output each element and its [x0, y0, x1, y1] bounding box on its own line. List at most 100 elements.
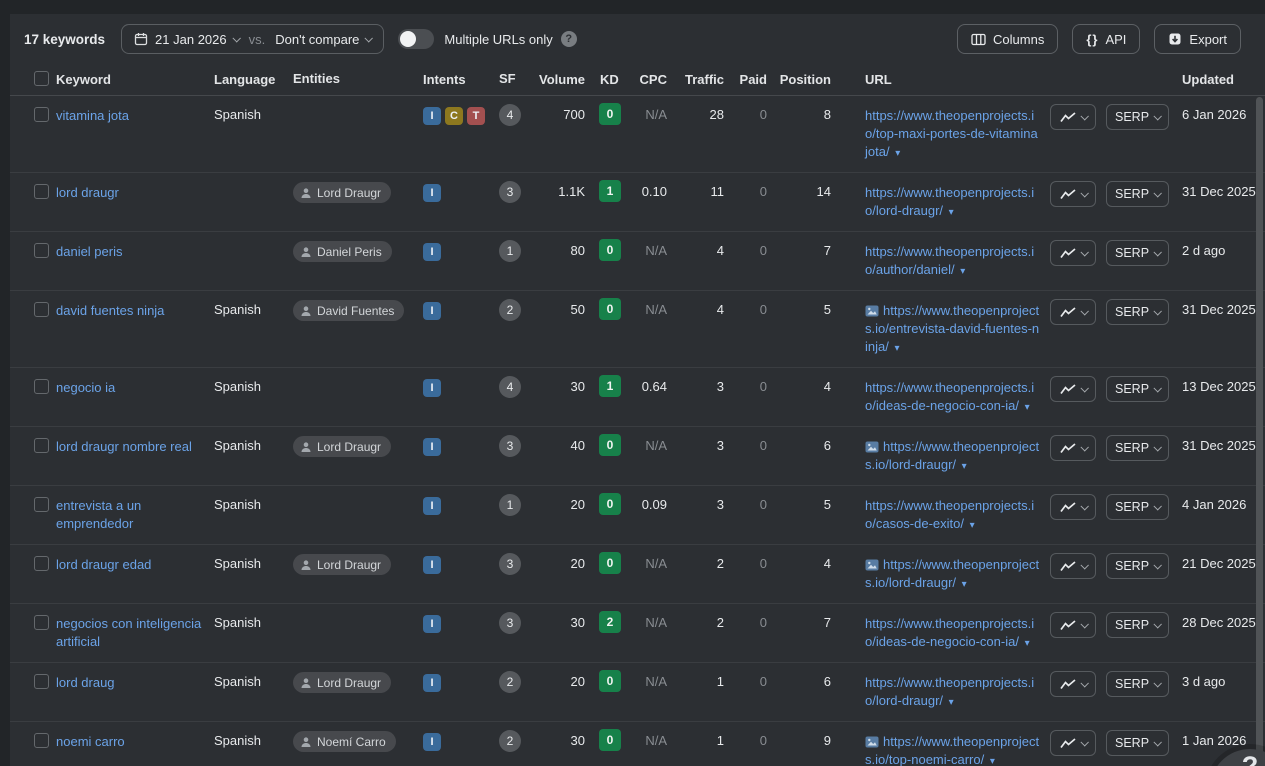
keyword-link[interactable]: david fuentes ninja — [56, 303, 164, 318]
url-link[interactable]: https://www.theopenprojects.io/ideas-de-… — [865, 616, 1034, 649]
entity-pill[interactable]: David Fuentes — [293, 300, 405, 321]
keyword-link[interactable]: entrevista a un emprendedor — [56, 498, 141, 531]
intent-badge-t[interactable]: T — [467, 107, 485, 125]
position-history-chart-button[interactable] — [1050, 240, 1096, 266]
position-history-chart-button[interactable] — [1050, 104, 1096, 130]
keyword-link[interactable]: noemi carro — [56, 734, 125, 749]
entity-pill[interactable]: Lord Draugr — [293, 436, 392, 457]
url-dropdown-caret[interactable]: ▾ — [949, 207, 954, 218]
keyword-link[interactable]: lord draug — [56, 675, 115, 690]
url-link[interactable]: https://www.theopenprojects.io/top-noemi… — [865, 734, 1039, 766]
url-link[interactable]: https://www.theopenprojects.io/lord-drau… — [865, 185, 1034, 218]
url-link[interactable]: https://www.theopenprojects.io/casos-de-… — [865, 498, 1034, 531]
header-paid[interactable]: Paid — [724, 72, 767, 87]
columns-button[interactable]: Columns — [957, 24, 1059, 54]
position-history-chart-button[interactable] — [1050, 181, 1096, 207]
intent-badge-i[interactable]: I — [423, 243, 441, 261]
row-checkbox[interactable] — [34, 107, 49, 122]
header-entities[interactable]: Entities — [293, 71, 423, 86]
row-checkbox[interactable] — [34, 438, 49, 453]
header-kd[interactable]: KD — [585, 72, 635, 87]
row-checkbox[interactable] — [34, 615, 49, 630]
row-checkbox[interactable] — [34, 243, 49, 258]
intent-badge-i[interactable]: I — [423, 184, 441, 202]
keyword-link[interactable]: lord draugr — [56, 185, 119, 200]
keyword-link[interactable]: daniel peris — [56, 244, 123, 259]
header-url[interactable]: URL — [865, 71, 1040, 89]
api-button[interactable]: {} API — [1072, 24, 1141, 54]
keyword-link[interactable]: vitamina jota — [56, 108, 129, 123]
serp-dropdown-button[interactable]: SERP — [1106, 553, 1170, 579]
url-dropdown-caret[interactable]: ▾ — [960, 266, 965, 277]
serp-features-count[interactable]: 3 — [499, 181, 521, 203]
row-checkbox[interactable] — [34, 302, 49, 317]
position-history-chart-button[interactable] — [1050, 553, 1096, 579]
serp-features-count[interactable]: 2 — [499, 299, 521, 321]
serp-features-count[interactable]: 1 — [499, 240, 521, 262]
url-dropdown-caret[interactable]: ▾ — [962, 579, 967, 590]
position-history-chart-button[interactable] — [1050, 494, 1096, 520]
position-history-chart-button[interactable] — [1050, 730, 1096, 756]
serp-features-count[interactable]: 1 — [499, 494, 521, 516]
intent-badge-c[interactable]: C — [445, 107, 463, 125]
row-checkbox[interactable] — [34, 379, 49, 394]
url-dropdown-caret[interactable]: ▾ — [970, 520, 975, 531]
serp-dropdown-button[interactable]: SERP — [1106, 494, 1170, 520]
vertical-scrollbar[interactable] — [1256, 97, 1263, 764]
multiple-urls-toggle[interactable] — [398, 29, 435, 49]
serp-dropdown-button[interactable]: SERP — [1106, 299, 1170, 325]
url-dropdown-caret[interactable]: ▾ — [1025, 402, 1030, 413]
header-volume[interactable]: Volume — [535, 72, 585, 87]
intent-badge-i[interactable]: I — [423, 497, 441, 515]
serp-dropdown-button[interactable]: SERP — [1106, 671, 1170, 697]
url-link[interactable]: https://www.theopenprojects.io/lord-drau… — [865, 675, 1034, 708]
serp-features-count[interactable]: 3 — [499, 612, 521, 634]
entity-pill[interactable]: Lord Draugr — [293, 554, 392, 575]
position-history-chart-button[interactable] — [1050, 612, 1096, 638]
row-checkbox[interactable] — [34, 497, 49, 512]
entity-pill[interactable]: Noemí Carro — [293, 731, 396, 752]
export-button[interactable]: Export — [1154, 24, 1241, 54]
position-history-chart-button[interactable] — [1050, 671, 1096, 697]
row-checkbox[interactable] — [34, 733, 49, 748]
serp-dropdown-button[interactable]: SERP — [1106, 376, 1170, 402]
serp-features-count[interactable]: 4 — [499, 104, 521, 126]
intent-badge-i[interactable]: I — [423, 438, 441, 456]
intent-badge-i[interactable]: I — [423, 302, 441, 320]
date-picker[interactable]: 21 Jan 2026 — [134, 32, 241, 47]
serp-features-count[interactable]: 3 — [499, 553, 521, 575]
intent-badge-i[interactable]: I — [423, 107, 441, 125]
entity-pill[interactable]: Lord Draugr — [293, 182, 392, 203]
row-checkbox[interactable] — [34, 556, 49, 571]
keyword-link[interactable]: lord draugr nombre real — [56, 439, 192, 454]
header-intents[interactable]: Intents — [423, 72, 495, 87]
url-dropdown-caret[interactable]: ▾ — [894, 343, 899, 354]
header-cpc[interactable]: CPC — [635, 72, 667, 87]
url-dropdown-caret[interactable]: ▾ — [990, 756, 995, 766]
keyword-link[interactable]: lord draugr edad — [56, 557, 151, 572]
intent-badge-i[interactable]: I — [423, 674, 441, 692]
serp-features-count[interactable]: 4 — [499, 376, 521, 398]
compare-selector[interactable]: Don't compare — [275, 32, 374, 47]
date-compare-control[interactable]: 21 Jan 2026 vs. Don't compare — [121, 24, 385, 54]
entity-pill[interactable]: Daniel Peris — [293, 241, 392, 262]
header-sf[interactable]: SF — [495, 71, 535, 86]
position-history-chart-button[interactable] — [1050, 299, 1096, 325]
serp-dropdown-button[interactable]: SERP — [1106, 240, 1170, 266]
url-link[interactable]: https://www.theopenprojects.io/ideas-de-… — [865, 380, 1034, 413]
header-updated[interactable]: Updated — [1182, 72, 1265, 87]
intent-badge-i[interactable]: I — [423, 615, 441, 633]
intent-badge-i[interactable]: I — [423, 379, 441, 397]
url-dropdown-caret[interactable]: ▾ — [1025, 638, 1030, 649]
url-link[interactable]: https://www.theopenprojects.io/entrevist… — [865, 303, 1039, 354]
header-language[interactable]: Language — [213, 72, 293, 87]
header-position[interactable]: Position — [767, 72, 831, 87]
keyword-link[interactable]: negocio ia — [56, 380, 115, 395]
select-all-checkbox[interactable] — [34, 70, 49, 86]
serp-features-count[interactable]: 2 — [499, 730, 521, 752]
position-history-chart-button[interactable] — [1050, 435, 1096, 461]
url-link[interactable]: https://www.theopenprojects.io/top-maxi-… — [865, 108, 1038, 159]
url-dropdown-caret[interactable]: ▾ — [949, 697, 954, 708]
entity-pill[interactable]: Lord Draugr — [293, 672, 392, 693]
row-checkbox[interactable] — [34, 674, 49, 689]
